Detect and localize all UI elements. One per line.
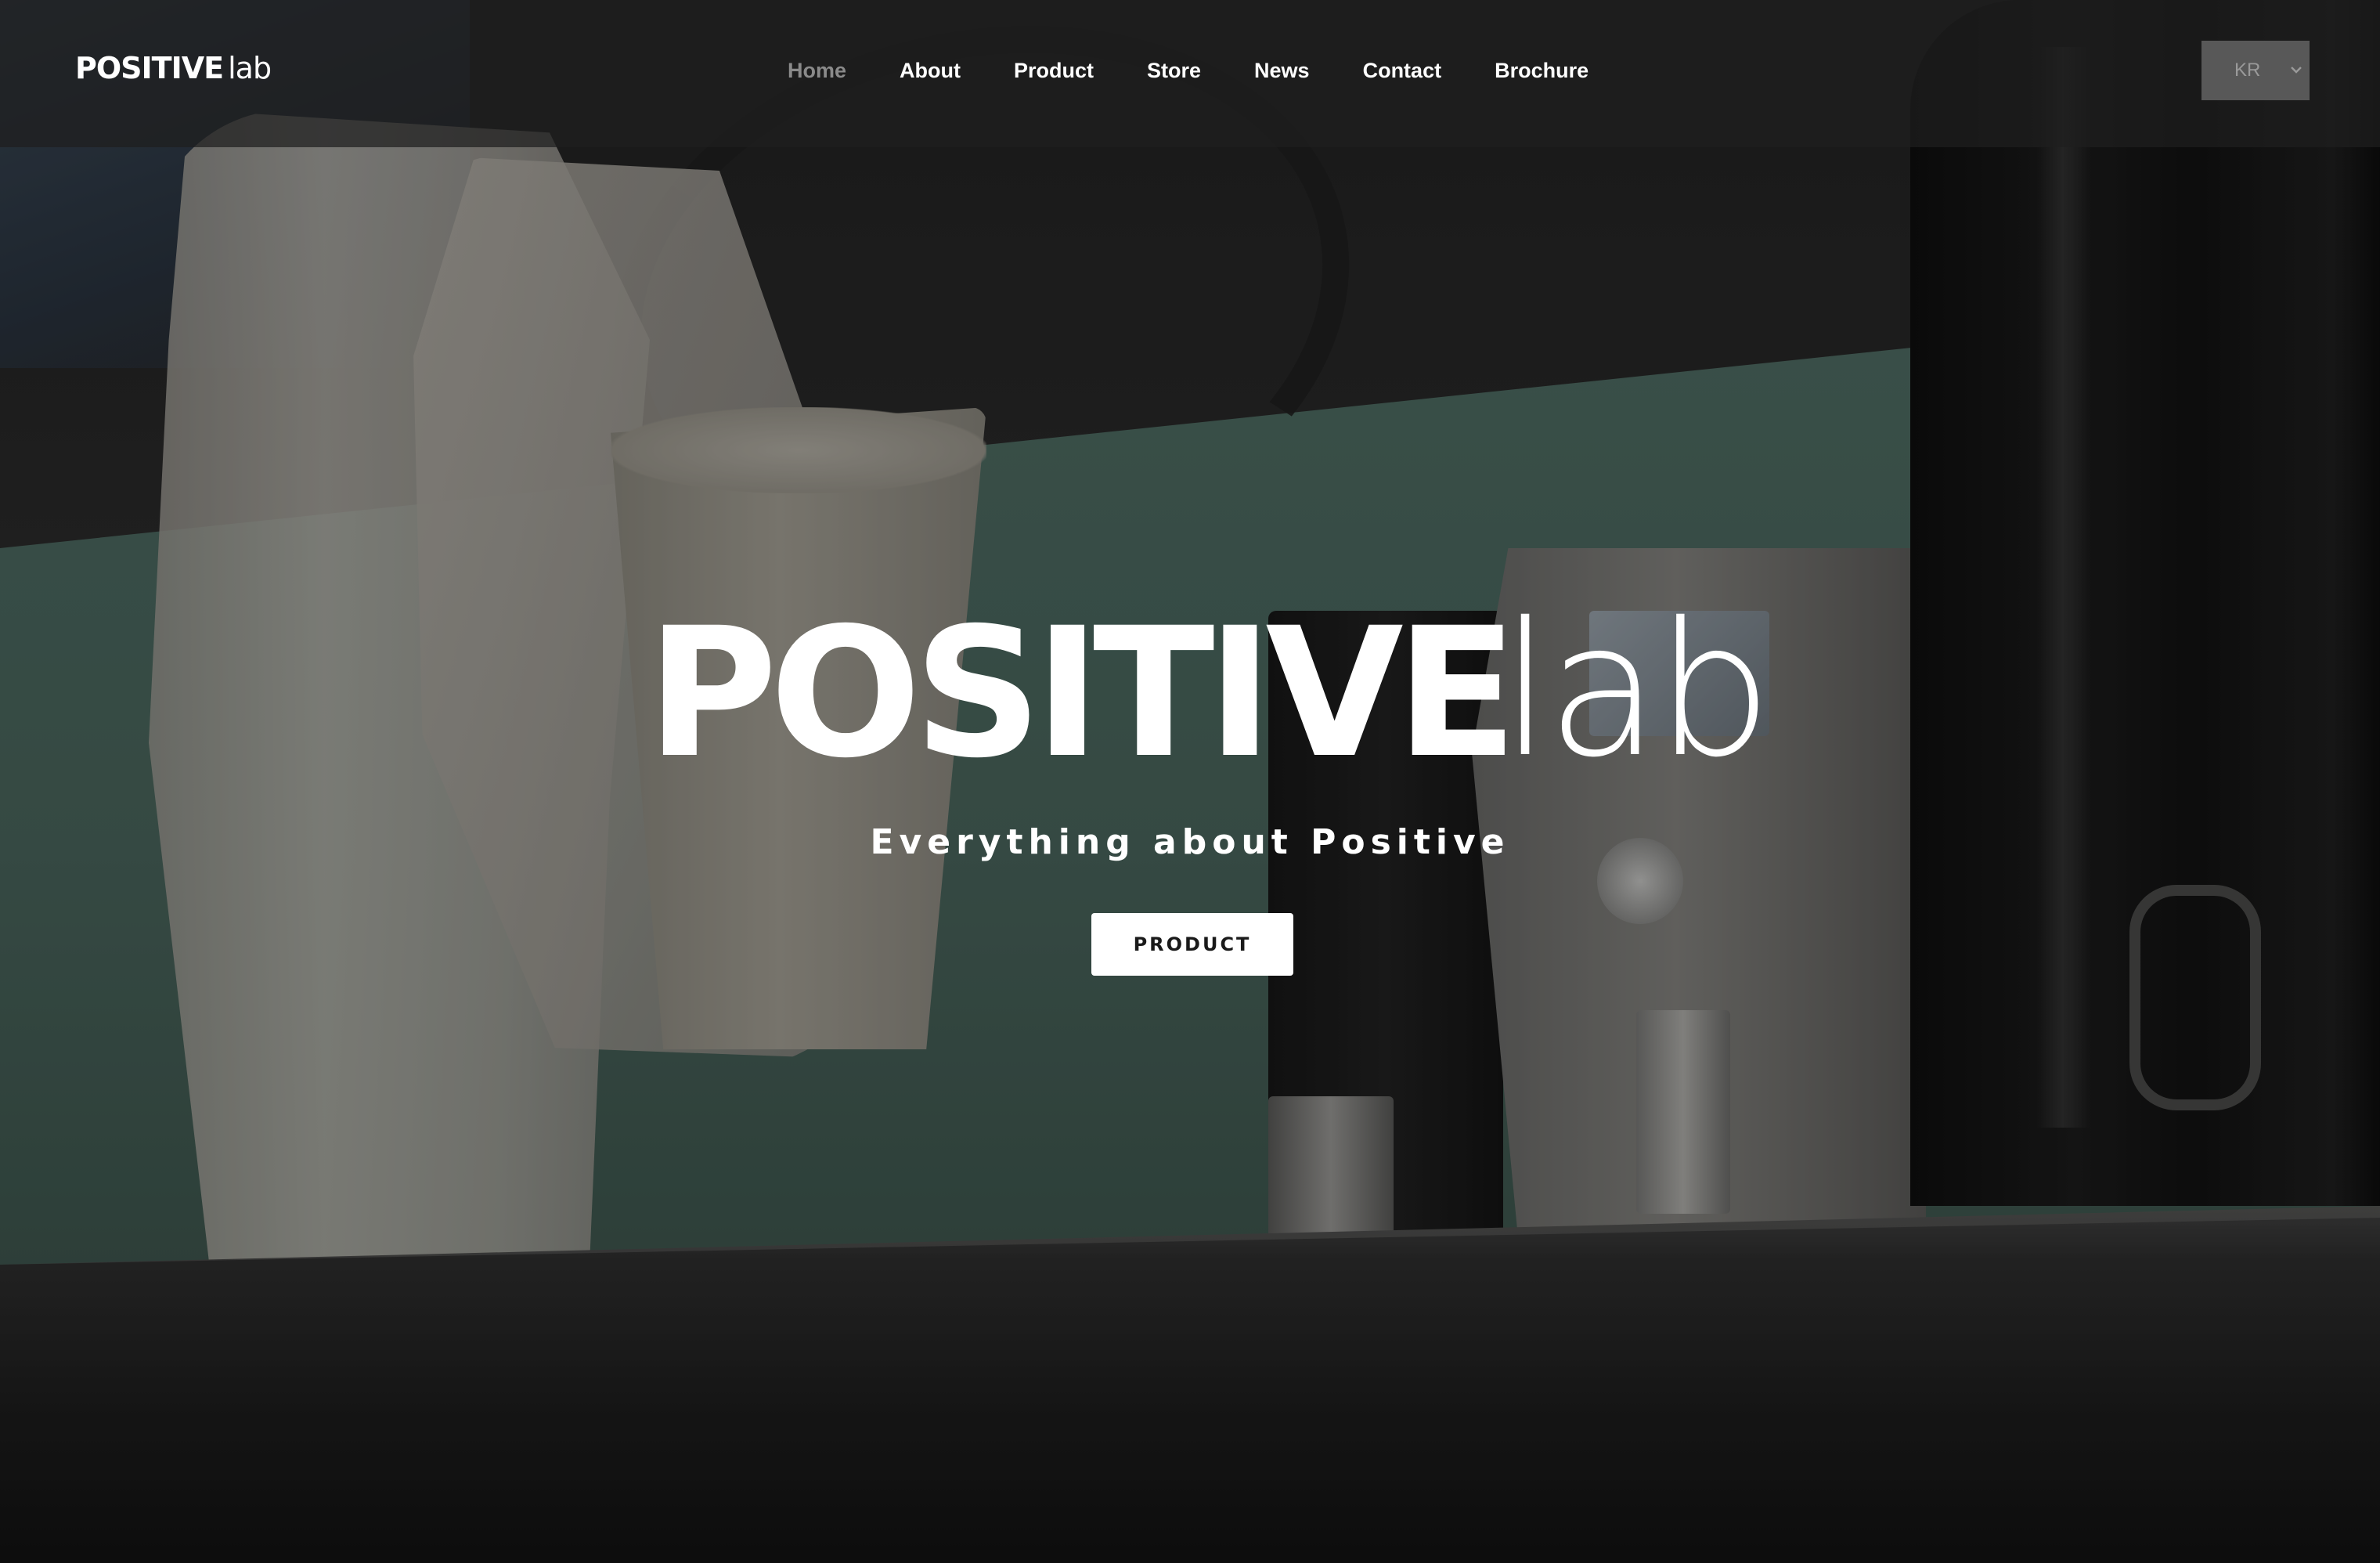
hero-logo-light: lab	[1500, 583, 1772, 798]
main-nav: Home About Product Store News Contact Br…	[788, 53, 1642, 88]
product-button[interactable]: PRODUCT	[1091, 913, 1293, 976]
hero-tagline: Everything about Positive	[870, 822, 1510, 862]
nav-item-news[interactable]: News	[1254, 59, 1310, 83]
language-select-value: KR	[2234, 60, 2261, 81]
hero-logo: POSITIVE lab	[647, 589, 1772, 797]
hero-logo-bold: POSITIVE	[647, 589, 1518, 797]
language-select[interactable]: KR	[2202, 41, 2310, 100]
header-logo-bold: POSITIVE	[75, 51, 224, 85]
site-header: POSITIVE lab Home About Product Store New…	[0, 0, 2380, 147]
nav-item-about[interactable]: About	[900, 59, 961, 83]
nav-item-product[interactable]: Product	[1014, 59, 1094, 83]
header-logo-light: lab	[228, 51, 272, 85]
header-logo[interactable]: POSITIVE lab	[75, 49, 272, 88]
chevron-down-icon	[2291, 67, 2302, 74]
nav-item-contact[interactable]: Contact	[1363, 59, 1442, 83]
nav-item-brochure[interactable]: Brochure	[1495, 59, 1588, 83]
nav-item-home[interactable]: Home	[788, 59, 846, 83]
nav-item-store[interactable]: Store	[1147, 59, 1201, 83]
page: POSITIVE lab Home About Product Store New…	[0, 0, 2380, 1563]
